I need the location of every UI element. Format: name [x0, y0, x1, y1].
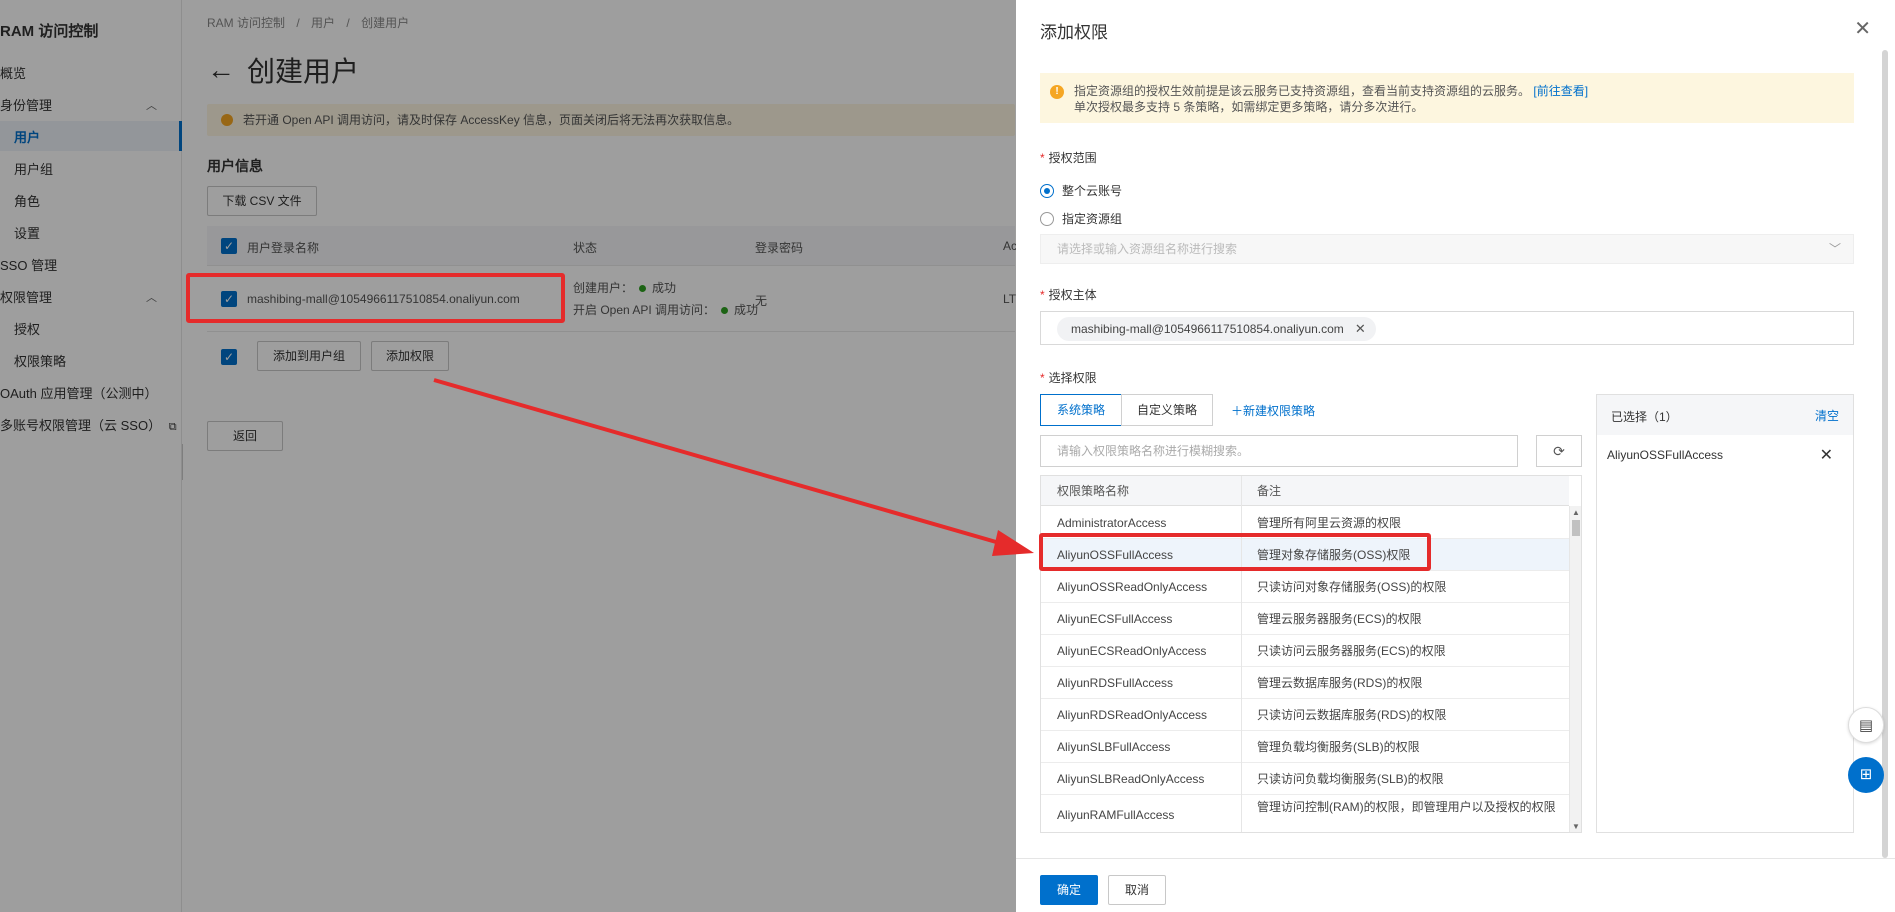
select-placeholder: 请选择或输入资源组名称进行搜索	[1057, 242, 1238, 256]
new-policy-link[interactable]: ＋新建权限策略	[1231, 402, 1315, 419]
remove-tag-icon[interactable]: ✕	[1355, 317, 1366, 341]
policy-search-input[interactable]: 请输入权限策略名称进行模糊搜索。	[1040, 435, 1518, 467]
policy-row[interactable]: AliyunECSReadOnlyAccess 只读访问云服务器服务(ECS)的权…	[1041, 635, 1569, 667]
policy-note: 只读访问云服务器服务(ECS)的权限	[1257, 644, 1446, 658]
new-policy-text: 新建权限策略	[1243, 404, 1316, 418]
policy-note: 管理所有阿里云资源的权限	[1257, 516, 1402, 530]
selected-panel-header: 已选择（1） 清空	[1597, 395, 1853, 435]
plus-icon: ＋	[1231, 404, 1244, 418]
policy-note: 管理访问控制(RAM)的权限，即管理用户以及授权的权限	[1257, 800, 1556, 814]
principal-tag-text: mashibing-mall@1054966117510854.onaliyun…	[1071, 322, 1344, 336]
annotation-highlight-policy	[1039, 533, 1431, 571]
remove-selected-icon[interactable]: ✕	[1820, 445, 1833, 465]
required-mark: *	[1040, 371, 1045, 385]
confirm-button[interactable]: 确定	[1040, 875, 1098, 905]
policy-table-header: 权限策略名称 备注	[1041, 476, 1569, 506]
selected-policy-item: AliyunOSSFullAccess	[1607, 448, 1724, 462]
refresh-icon[interactable]: ⟳	[1536, 435, 1582, 467]
apps-grid-icon[interactable]: ⊞	[1848, 757, 1884, 793]
policy-name: AliyunSLBFullAccess	[1057, 740, 1171, 754]
required-mark: *	[1040, 151, 1045, 165]
warning-line-2: 单次授权最多支持 5 条策略，如需绑定更多策略，请分多次进行。	[1074, 100, 1424, 114]
policy-name: AliyunSLBReadOnlyAccess	[1057, 772, 1205, 786]
policy-name: AliyunECSFullAccess	[1057, 612, 1173, 626]
column-header: 备注	[1257, 484, 1282, 498]
selected-count: 已选择（1）	[1611, 410, 1678, 424]
policy-row[interactable]: AliyunRAMFullAccess 管理访问控制(RAM)的权限，即管理用户以…	[1041, 795, 1569, 832]
policy-label-text: 选择权限	[1048, 371, 1097, 385]
scroll-up-icon[interactable]: ▲	[1572, 508, 1580, 517]
principal-label: * 授权主体	[1040, 286, 1097, 303]
policy-row[interactable]: AliyunSLBReadOnlyAccess 只读访问负载均衡服务(SLB)的权…	[1041, 763, 1569, 795]
radio-label: 整个云账号	[1062, 184, 1123, 198]
scope-label: * 授权范围	[1040, 149, 1097, 166]
radio-checked-icon	[1040, 183, 1054, 198]
policy-row[interactable]: AliyunOSSReadOnlyAccess 只读访问对象存储服务(OSS)的权…	[1041, 571, 1569, 603]
policy-note: 管理负载均衡服务(SLB)的权限	[1257, 740, 1420, 754]
policy-note: 管理云服务器服务(ECS)的权限	[1257, 612, 1422, 626]
policy-row[interactable]: AliyunRDSFullAccess 管理云数据库服务(RDS)的权限	[1041, 667, 1569, 699]
scope-radio-all[interactable]: 整个云账号	[1040, 182, 1122, 199]
policy-name: AliyunRDSReadOnlyAccess	[1057, 708, 1208, 722]
policy-note: 管理云数据库服务(RDS)的权限	[1257, 676, 1423, 690]
drawer-warning: ! 指定资源组的授权生效前提是该云服务已支持资源组，查看当前支持资源组的云服务。…	[1040, 73, 1854, 123]
policy-label: * 选择权限	[1040, 369, 1097, 386]
warning-text: 指定资源组的授权生效前提是该云服务已支持资源组，查看当前支持资源组的云服务。	[1074, 84, 1531, 98]
resource-group-select: 请选择或输入资源组名称进行搜索 ﹀	[1040, 234, 1854, 264]
chat-icon[interactable]: ▤	[1848, 707, 1884, 743]
tab-system-policy[interactable]: 系统策略	[1040, 394, 1122, 426]
policy-name: AdministratorAccess	[1057, 516, 1167, 530]
overlay-mask[interactable]	[0, 0, 1016, 912]
selected-policies-panel: 已选择（1） 清空 AliyunOSSFullAccess ✕	[1596, 394, 1854, 833]
policy-name: AliyunOSSReadOnlyAccess	[1057, 580, 1208, 594]
view-supported-link[interactable]: [前往查看]	[1533, 84, 1588, 98]
scroll-thumb[interactable]	[1882, 50, 1888, 858]
policy-name: AliyunRAMFullAccess	[1057, 808, 1175, 822]
chevron-down-icon: ﹀	[1828, 242, 1841, 256]
scope-radio-group[interactable]: 指定资源组	[1040, 210, 1122, 227]
policy-table: 权限策略名称 备注 AdministratorAccess 管理所有阿里云资源的权…	[1040, 475, 1582, 833]
column-divider	[1241, 476, 1242, 832]
policy-note: 只读访问对象存储服务(OSS)的权限	[1257, 580, 1447, 594]
annotation-highlight-user	[186, 273, 565, 323]
policy-row[interactable]: AliyunSLBFullAccess 管理负载均衡服务(SLB)的权限	[1041, 731, 1569, 763]
policy-name: AliyunECSReadOnlyAccess	[1057, 644, 1207, 658]
policy-row[interactable]: AliyunECSFullAccess 管理云服务器服务(ECS)的权限	[1041, 603, 1569, 635]
cancel-button[interactable]: 取消	[1108, 875, 1166, 905]
policy-note: 只读访问云数据库服务(RDS)的权限	[1257, 708, 1447, 722]
policy-note: 只读访问负载均衡服务(SLB)的权限	[1257, 772, 1444, 786]
scroll-thumb[interactable]	[1572, 520, 1580, 536]
required-mark: *	[1040, 288, 1045, 302]
column-header: 权限策略名称	[1057, 484, 1130, 498]
policy-table-scrollbar[interactable]: ▲ ▼	[1569, 506, 1581, 832]
drawer-title: 添加权限	[1040, 23, 1108, 42]
policy-name: AliyunRDSFullAccess	[1057, 676, 1174, 690]
add-permission-drawer: 添加权限 ✕ ! 指定资源组的授权生效前提是该云服务已支持资源组，查看当前支持资…	[1016, 0, 1895, 912]
principal-field[interactable]: mashibing-mall@1054966117510854.onaliyun…	[1040, 311, 1854, 345]
radio-label: 指定资源组	[1062, 212, 1123, 226]
drawer-scrollbar[interactable]	[1880, 50, 1890, 858]
principal-tag: mashibing-mall@1054966117510854.onaliyun…	[1057, 317, 1376, 341]
drawer-footer: 确定 取消	[1016, 858, 1895, 912]
clear-selection-link[interactable]: 清空	[1815, 407, 1839, 424]
warning-line-1: 指定资源组的授权生效前提是该云服务已支持资源组，查看当前支持资源组的云服务。 […	[1074, 83, 1854, 99]
principal-label-text: 授权主体	[1048, 288, 1097, 302]
policy-row[interactable]: AliyunRDSReadOnlyAccess 只读访问云数据库服务(RDS)的权…	[1041, 699, 1569, 731]
warning-icon: !	[1050, 85, 1064, 99]
radio-unchecked-icon	[1040, 211, 1054, 226]
scroll-down-icon[interactable]: ▼	[1572, 822, 1580, 831]
close-icon[interactable]: ✕	[1854, 16, 1871, 41]
scope-label-text: 授权范围	[1048, 151, 1097, 165]
tab-custom-policy[interactable]: 自定义策略	[1121, 394, 1213, 426]
